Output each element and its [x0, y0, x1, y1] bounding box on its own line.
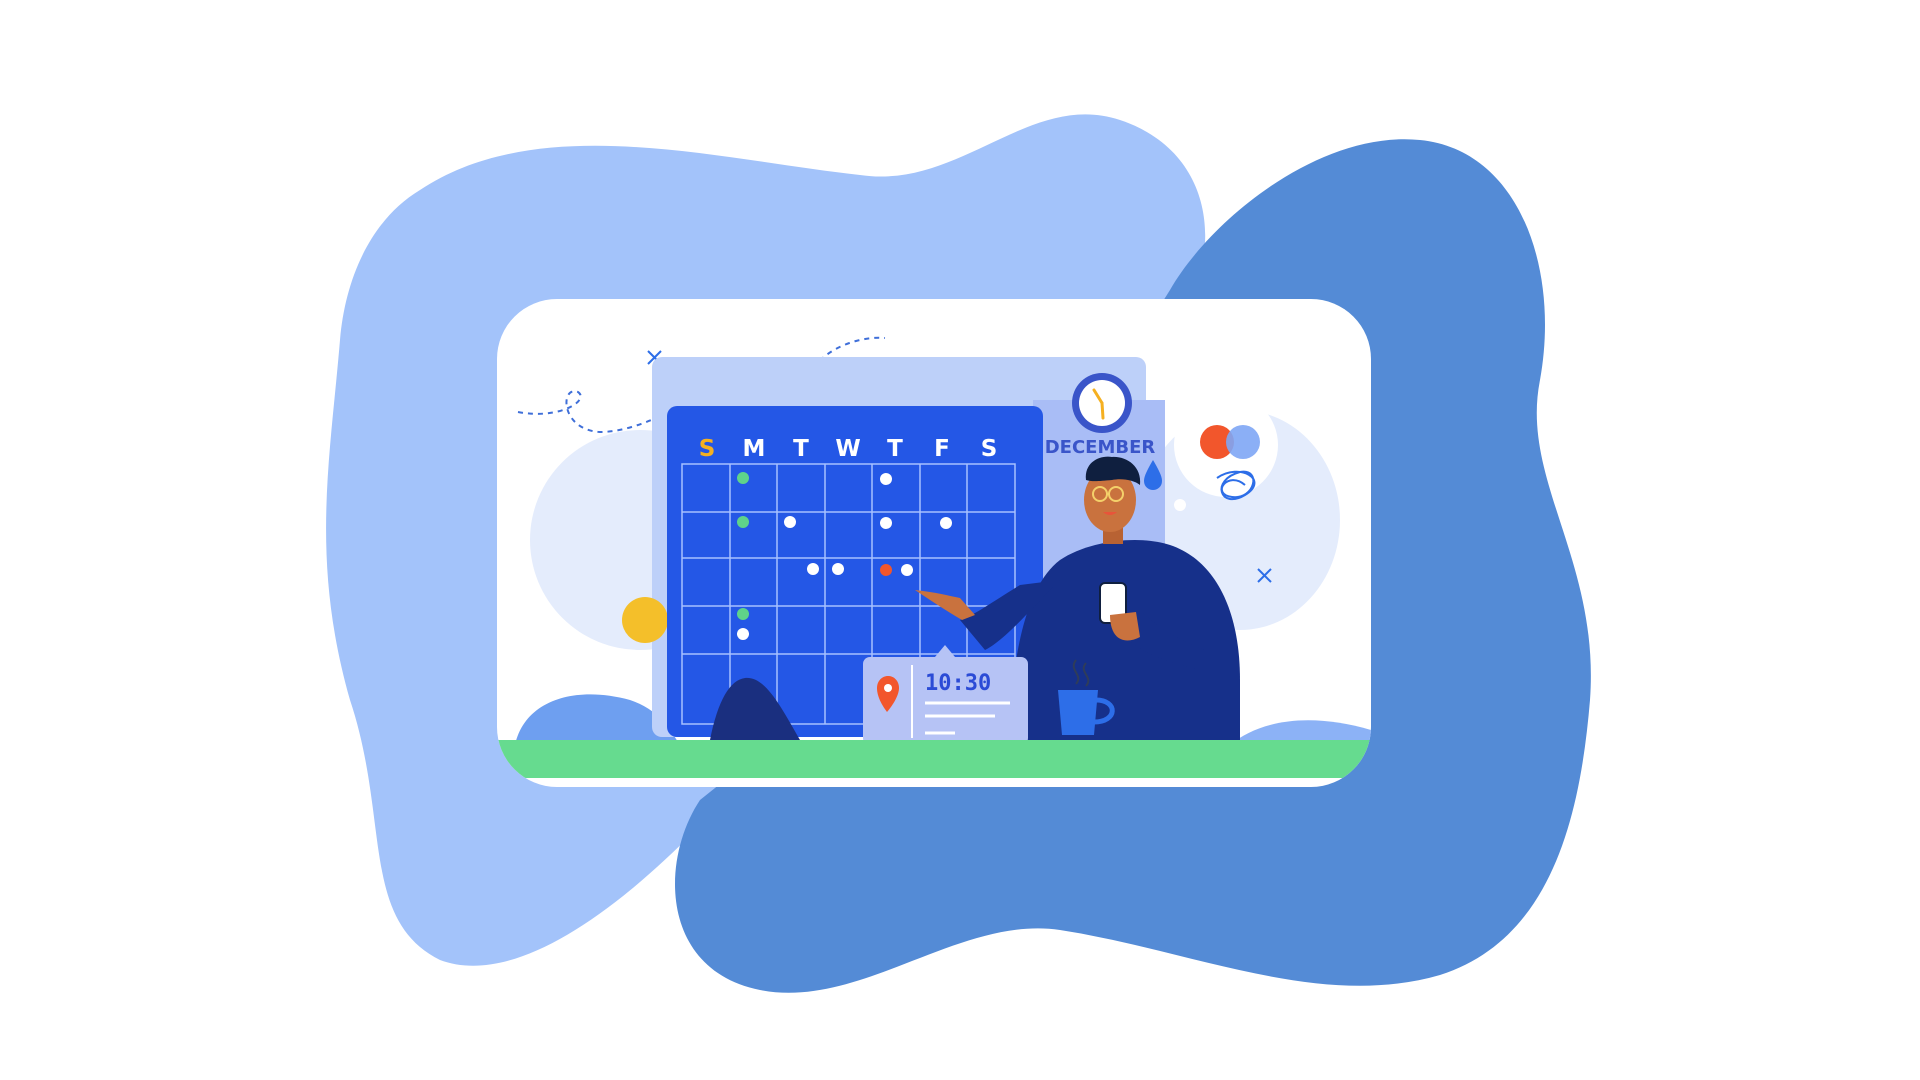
event-dot — [832, 563, 844, 575]
weekday-wednesday: W — [835, 436, 860, 462]
ground-strip — [497, 740, 1371, 778]
event-dot — [807, 563, 819, 575]
illustration-stage: DECEMBER S M T W T F S 10:30 — [0, 0, 1920, 1080]
weekday-friday: F — [934, 436, 950, 462]
event-dot — [737, 628, 749, 640]
event-dot — [940, 517, 952, 529]
weekday-sunday: S — [699, 436, 716, 462]
event-dot — [880, 473, 892, 485]
clock-icon — [1072, 373, 1132, 433]
event-dot — [784, 516, 796, 528]
month-label: DECEMBER — [1045, 437, 1156, 458]
weekday-monday: M — [743, 436, 766, 462]
weekday-tuesday: T — [793, 436, 809, 462]
weekday-thursday: T — [887, 436, 903, 462]
event-time: 10:30 — [925, 671, 991, 696]
event-dot — [880, 517, 892, 529]
event-dot — [737, 516, 749, 528]
event-dot — [901, 564, 913, 576]
event-dot-selected — [880, 564, 892, 576]
event-card: 10:30 — [863, 645, 1028, 745]
sun — [622, 597, 668, 643]
event-dot — [737, 608, 749, 620]
weekday-saturday: S — [981, 436, 998, 462]
calendar-illustration: DECEMBER S M T W T F S 10:30 — [326, 114, 1591, 993]
event-dot — [737, 472, 749, 484]
